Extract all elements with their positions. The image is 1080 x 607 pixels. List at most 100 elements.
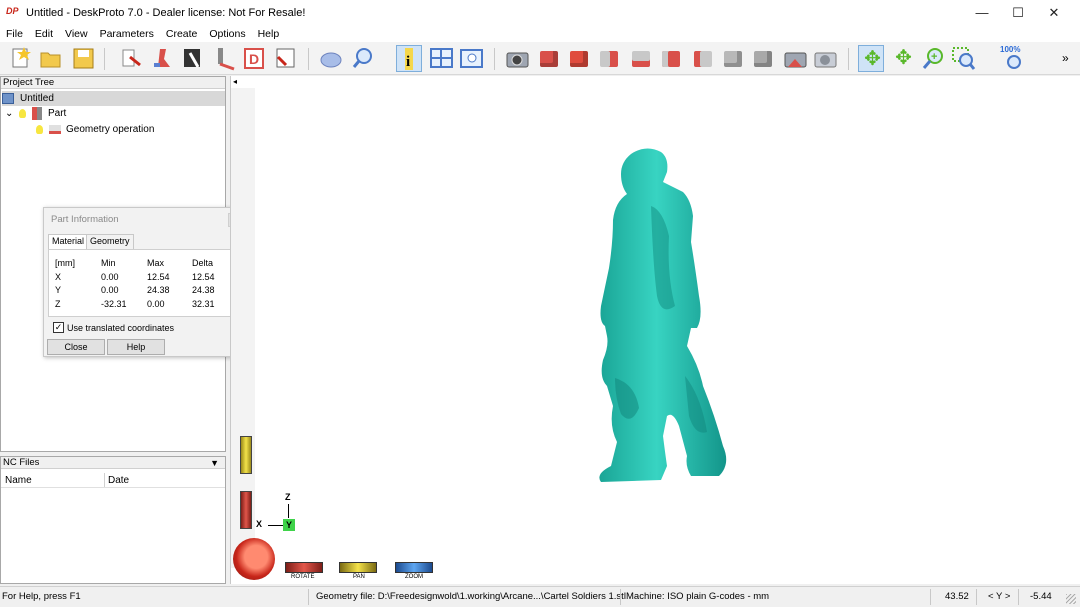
zoom-label: ZOOM bbox=[405, 574, 423, 580]
menu-create[interactable]: Create bbox=[160, 28, 204, 40]
view-window-icon[interactable] bbox=[458, 45, 484, 72]
red-slider-icon[interactable] bbox=[240, 491, 252, 529]
close-window-button[interactable]: ✕ bbox=[1036, 0, 1072, 25]
row-z-max: 0.00 bbox=[147, 299, 165, 309]
column-date[interactable]: Date bbox=[108, 475, 129, 486]
view-iso-icon[interactable] bbox=[720, 45, 746, 72]
open-project-icon[interactable] bbox=[38, 45, 64, 72]
machine-parameters-icon[interactable] bbox=[212, 45, 238, 72]
collapse-pane-icon[interactable]: ◂ bbox=[233, 77, 243, 87]
translated-coordinates-label: Use translated coordinates bbox=[67, 323, 175, 333]
pan-label: PAN bbox=[353, 574, 365, 580]
print-view-icon[interactable] bbox=[812, 45, 838, 72]
view-right-icon[interactable] bbox=[596, 45, 622, 72]
new-project-icon[interactable] bbox=[8, 45, 34, 72]
toolbar: D i ✥ ✥ + 100% » bbox=[0, 42, 1080, 75]
tab-material[interactable]: Material bbox=[48, 234, 89, 249]
part-icon bbox=[32, 107, 42, 120]
view-left-icon[interactable] bbox=[690, 45, 716, 72]
rotate-view-icon[interactable]: ✥ bbox=[858, 45, 884, 72]
menu-view[interactable]: View bbox=[59, 28, 94, 40]
menu-file[interactable]: File bbox=[0, 28, 29, 40]
zoom-thumbwheel[interactable] bbox=[395, 562, 433, 573]
status-axis-toggle[interactable]: < Y > bbox=[988, 591, 1010, 602]
inspect-icon[interactable] bbox=[350, 45, 376, 72]
part-model[interactable] bbox=[591, 146, 741, 486]
svg-text:+: + bbox=[931, 51, 937, 63]
project-parameters-icon[interactable] bbox=[118, 45, 144, 72]
project-tree-title: Project Tree bbox=[1, 77, 225, 89]
part-information-dialog: Part Information Material Geometry [mm] … bbox=[43, 207, 245, 357]
snapshot-icon[interactable] bbox=[782, 45, 808, 72]
view-front-icon[interactable] bbox=[536, 45, 562, 72]
column-name[interactable]: Name bbox=[5, 475, 32, 486]
pan-view-icon[interactable]: ✥ bbox=[890, 45, 916, 72]
status-y-value: -5.44 bbox=[1030, 591, 1052, 602]
view-bottom-icon[interactable] bbox=[658, 45, 684, 72]
toolbar-overflow-icon[interactable]: » bbox=[1062, 51, 1069, 65]
dialog-title: Part Information bbox=[51, 214, 119, 225]
header-max: Max bbox=[147, 258, 165, 268]
visibility-bulb-icon[interactable] bbox=[36, 125, 43, 134]
yellow-slider-icon[interactable] bbox=[240, 436, 252, 474]
menu-bar: File Edit View Parameters Create Options… bbox=[0, 25, 1080, 42]
rotate-label: ROTATE bbox=[291, 574, 315, 580]
part-information-icon[interactable]: i bbox=[396, 45, 422, 72]
column-divider[interactable] bbox=[104, 473, 105, 487]
view-top-icon[interactable] bbox=[566, 45, 592, 72]
row-y-delta: 24.38 bbox=[192, 285, 215, 295]
3d-viewport[interactable]: ◂ Z X Y ROTATE PAN ZOOM bbox=[230, 76, 1080, 584]
rotate-wheel-icon[interactable] bbox=[233, 538, 275, 580]
tree-item-project[interactable]: Untitled bbox=[2, 91, 225, 106]
tree-item-geometry-operation[interactable]: Geometry operation bbox=[36, 122, 154, 137]
row-y-max: 24.38 bbox=[147, 285, 170, 295]
visibility-bulb-icon[interactable] bbox=[19, 109, 26, 118]
help-button[interactable]: Help bbox=[107, 339, 165, 355]
bitmap-parameters-icon[interactable]: D bbox=[242, 45, 268, 72]
zoom-all-icon[interactable]: 100% bbox=[1000, 45, 1026, 72]
rotate-thumbwheel[interactable] bbox=[285, 562, 323, 573]
axis-x-line bbox=[268, 525, 283, 526]
view-back-icon[interactable] bbox=[628, 45, 654, 72]
save-project-icon[interactable] bbox=[70, 45, 96, 72]
zoom-window-icon[interactable] bbox=[950, 45, 976, 72]
resize-grip-icon[interactable] bbox=[1066, 594, 1076, 604]
free-form-icon[interactable] bbox=[318, 45, 344, 72]
tree-item-part[interactable]: ⌄ Part bbox=[5, 106, 66, 121]
operation-parameters-icon[interactable] bbox=[180, 45, 206, 72]
dropdown-arrow-icon[interactable]: ▼ bbox=[210, 457, 219, 469]
translated-coordinates-checkbox[interactable]: ✓ bbox=[53, 322, 64, 333]
write-toolpath-icon[interactable] bbox=[272, 45, 298, 72]
row-y-axis: Y bbox=[55, 285, 62, 295]
tab-geometry[interactable]: Geometry bbox=[86, 234, 134, 249]
status-help: For Help, press F1 bbox=[2, 591, 81, 602]
part-parameters-icon[interactable] bbox=[150, 45, 176, 72]
camera-icon[interactable] bbox=[504, 45, 530, 72]
part-dimensions-table: [mm] Min Max Delta X 0.00 12.54 12.54 Y … bbox=[48, 249, 242, 317]
maximize-button[interactable]: ☐ bbox=[1000, 0, 1036, 25]
menu-edit[interactable]: Edit bbox=[29, 28, 59, 40]
axis-z-label: Z bbox=[285, 492, 291, 502]
menu-help[interactable]: Help bbox=[252, 28, 286, 40]
status-machine: Machine: ISO plain G-codes - mm bbox=[626, 591, 770, 602]
tree-item-label: Geometry operation bbox=[66, 124, 155, 135]
axis-z-line bbox=[288, 504, 289, 518]
minimize-button[interactable]: — bbox=[964, 0, 1000, 25]
nc-files-header: Name Date bbox=[1, 471, 225, 488]
row-y-min: 0.00 bbox=[101, 285, 119, 295]
svg-text:i: i bbox=[406, 54, 410, 70]
pan-thumbwheel[interactable] bbox=[339, 562, 377, 573]
svg-text:D: D bbox=[249, 51, 259, 67]
menu-parameters[interactable]: Parameters bbox=[94, 28, 160, 40]
title-bar: DP Untitled - DeskProto 7.0 - Dealer lic… bbox=[0, 0, 1080, 25]
row-z-min: -32.31 bbox=[101, 299, 127, 309]
view-iso-2-icon[interactable] bbox=[750, 45, 776, 72]
nc-files-title[interactable]: NC Files ▼ bbox=[1, 457, 225, 469]
status-x-value: 43.52 bbox=[945, 591, 969, 602]
chevron-down-icon[interactable]: ⌄ bbox=[5, 108, 19, 119]
close-button[interactable]: Close bbox=[47, 339, 105, 355]
zoom-in-icon[interactable]: + bbox=[920, 45, 946, 72]
layout-icon[interactable] bbox=[428, 45, 454, 72]
menu-options[interactable]: Options bbox=[203, 28, 251, 40]
nc-files-pane: NC Files ▼ Name Date bbox=[0, 456, 226, 584]
